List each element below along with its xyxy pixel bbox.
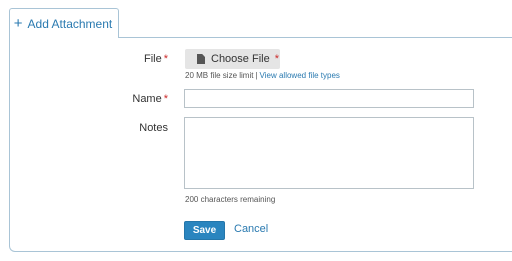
tab-add-attachment[interactable]: + Add Attachment (9, 8, 119, 38)
tab-label: Add Attachment (27, 16, 113, 31)
required-mark: * (163, 93, 168, 105)
view-allowed-file-types-link[interactable]: View allowed file types (260, 71, 340, 80)
hint-separator: | (255, 71, 258, 80)
file-icon (197, 54, 205, 64)
choose-file-button[interactable]: Choose File * (185, 49, 280, 69)
save-button[interactable]: Save (184, 221, 225, 240)
required-mark: * (163, 53, 168, 65)
required-mark: * (274, 53, 279, 65)
name-label: Name * (120, 93, 168, 105)
characters-remaining: 200 characters remaining (185, 195, 276, 204)
file-size-hint: 20 MB file size limit | View allowed file … (185, 71, 340, 80)
choose-file-label: Choose File (211, 53, 270, 65)
notes-label: Notes (139, 122, 168, 134)
cancel-link[interactable]: Cancel (234, 223, 268, 235)
file-label-text: File (143, 53, 162, 65)
file-label: File * (120, 53, 168, 65)
name-input[interactable] (184, 89, 474, 108)
plus-icon: + (13, 15, 23, 32)
file-size-limit-text: 20 MB file size limit (185, 71, 254, 80)
notes-textarea[interactable] (184, 117, 474, 189)
name-label-text: Name (132, 93, 162, 105)
